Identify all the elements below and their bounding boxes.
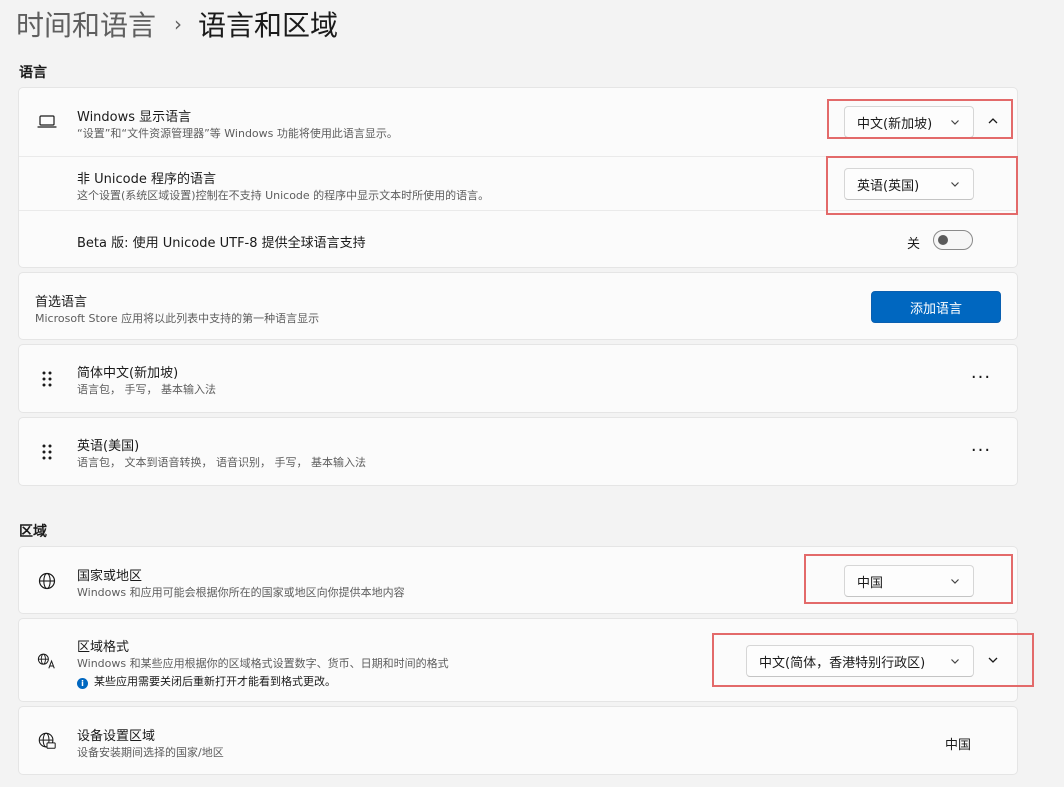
country-value: 中国 [857,575,884,591]
non-unicode-desc: 这个设置(系统区域设置)控制在不支持 Unicode 的程序中显示文本时所使用的… [77,189,490,202]
info-icon: i [77,678,88,689]
non-unicode-row: 非 Unicode 程序的语言 这个设置(系统区域设置)控制在不支持 Unico… [19,156,1017,210]
regional-format-desc: Windows 和某些应用根据你的区域格式设置数字、货币、日期和时间的格式 [77,657,449,670]
globe-device-icon [37,731,57,751]
globe-icon [37,571,57,591]
expand-format-button[interactable] [981,649,1005,673]
utf8-beta-title: Beta 版: 使用 Unicode UTF-8 提供全球语言支持 [77,236,366,251]
device-region-card: 设备设置区域 设备安装期间选择的国家/地区 中国 [18,706,1018,775]
chevron-up-icon [986,113,1000,132]
language-item-desc: 语言包， 文本到语音转换， 语音识别， 手写， 基本输入法 [77,456,366,469]
laptop-icon [37,112,57,132]
language-settings-card: Windows 显示语言 “设置”和“文件资源管理器”等 Windows 功能将… [18,87,1018,268]
expand-collapse-button[interactable] [981,110,1005,134]
country-dropdown[interactable]: 中国 [844,565,974,597]
breadcrumb: 时间和语言 › 语言和区域 [16,4,338,44]
regional-format-dropdown[interactable]: 中文(简体，香港特别行政区) [746,645,974,677]
breadcrumb-parent[interactable]: 时间和语言 [16,4,156,44]
regional-format-title: 区域格式 [77,640,130,655]
display-language-desc: “设置”和“文件资源管理器”等 Windows 功能将使用此语言显示。 [77,127,398,140]
preferred-languages-desc: Microsoft Store 应用将以此列表中支持的第一种语言显示 [35,312,320,325]
display-language-dropdown[interactable]: 中文(新加坡) [844,106,974,138]
non-unicode-title: 非 Unicode 程序的语言 [77,172,216,187]
drag-handle-icon[interactable] [37,369,57,389]
device-region-desc: 设备安装期间选择的国家/地区 [77,746,224,759]
chevron-down-icon [949,116,961,128]
preferred-languages-title: 首选语言 [35,295,88,310]
chevron-down-icon [986,652,1000,671]
device-region-title: 设备设置区域 [77,729,156,744]
country-region-card: 国家或地区 Windows 和应用可能会根据你所在的国家或地区向你提供本地内容 … [18,546,1018,614]
add-language-button[interactable]: 添加语言 [871,291,1001,323]
language-item-desc: 语言包， 手写， 基本输入法 [77,383,216,396]
more-options-button[interactable]: ··· [969,369,993,387]
regional-format-info: i 某些应用需要关闭后重新打开才能看到格式更改。 [77,673,336,689]
chevron-down-icon [949,575,961,587]
more-options-button[interactable]: ··· [969,442,993,460]
chevron-down-icon [949,178,961,190]
preferred-languages-card: 首选语言 Microsoft Store 应用将以此列表中支持的第一种语言显示 … [18,272,1018,340]
regional-format-info-text: 某些应用需要关闭后重新打开才能看到格式更改。 [94,675,336,688]
page-title: 语言和区域 [198,9,339,42]
regional-format-card: 区域格式 Windows 和某些应用根据你的区域格式设置数字、货币、日期和时间的… [18,618,1018,702]
utf8-toggle-switch[interactable] [933,230,973,250]
device-region-value: 中国 [945,738,972,753]
section-title-language: 语言 [19,65,47,81]
display-language-title: Windows 显示语言 [77,110,192,125]
drag-handle-icon[interactable] [37,442,57,462]
country-desc: Windows 和应用可能会根据你所在的国家或地区向你提供本地内容 [77,586,405,599]
country-title: 国家或地区 [77,569,143,584]
non-unicode-dropdown[interactable]: 英语(英国) [844,168,974,200]
regional-format-value: 中文(简体，香港特别行政区) [759,655,926,671]
non-unicode-value: 英语(英国) [857,178,920,194]
utf8-beta-row: Beta 版: 使用 Unicode UTF-8 提供全球语言支持 关 [19,210,1017,268]
section-title-region: 区域 [19,524,47,540]
display-language-row: Windows 显示语言 “设置”和“文件资源管理器”等 Windows 功能将… [19,88,1017,156]
language-format-icon [37,651,57,671]
toggle-knob [938,235,948,245]
language-item-title: 英语(美国) [77,439,140,454]
language-item[interactable]: 英语(美国) 语言包， 文本到语音转换， 语音识别， 手写， 基本输入法 ··· [18,417,1018,486]
chevron-down-icon [949,655,961,667]
breadcrumb-separator: › [174,12,183,36]
display-language-value: 中文(新加坡) [857,116,933,132]
language-item[interactable]: 简体中文(新加坡) 语言包， 手写， 基本输入法 ··· [18,344,1018,413]
utf8-toggle-label: 关 [907,237,921,252]
language-item-title: 简体中文(新加坡) [77,366,179,381]
